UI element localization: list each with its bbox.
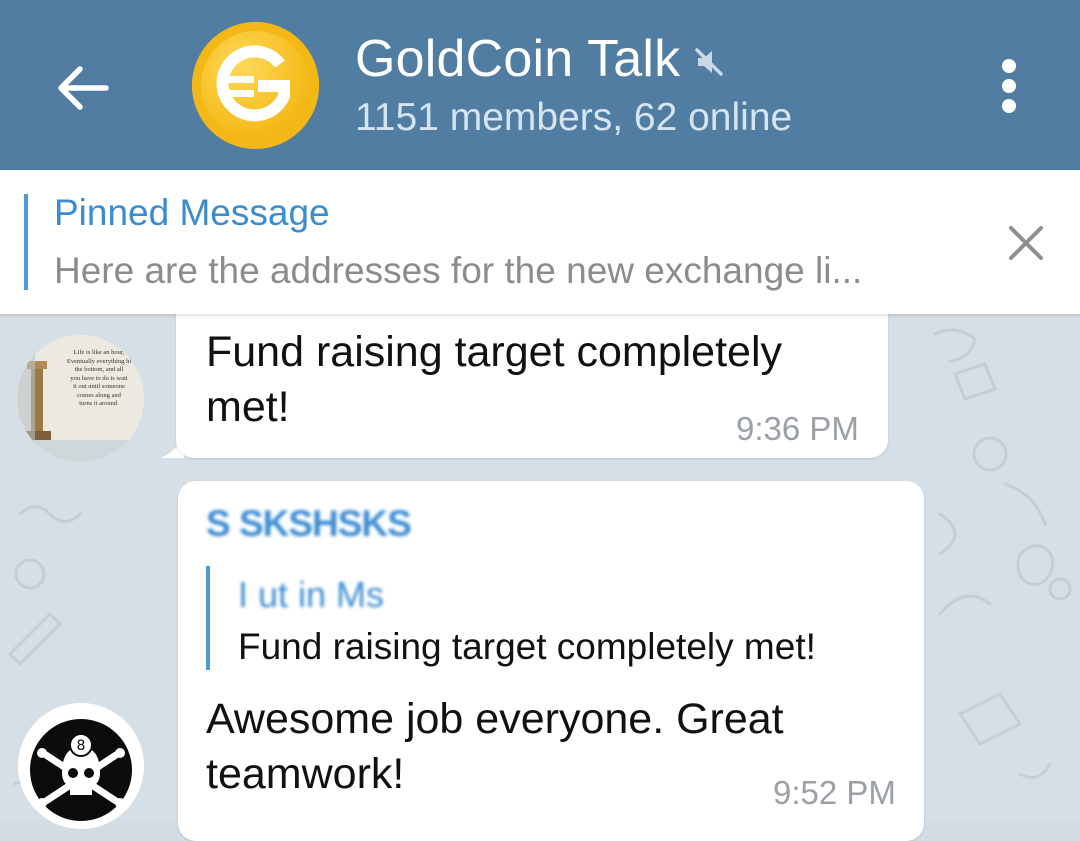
avatar-quote: Life is like an hour, Eventually everyth…: [57, 349, 141, 409]
reply-text: Fund raising target completely met!: [238, 626, 816, 667]
avatar-quote-line: comes along and: [77, 391, 121, 399]
menu-dot: [1002, 79, 1016, 93]
reply-accent-bar: [206, 566, 210, 670]
avatar-quote-line: Life is like an hour,: [73, 349, 125, 356]
pinned-accent-bar: [24, 194, 28, 290]
muted-speaker-icon: [694, 47, 724, 77]
pinned-text: Here are the addresses for the new excha…: [54, 250, 863, 291]
arrow-left-icon: [58, 66, 109, 110]
goldcoin-logo: [216, 44, 290, 121]
message-time: 9:52 PM: [773, 774, 896, 811]
svg-text:8: 8: [77, 738, 86, 754]
reply-sender-name: I ut in Ms: [238, 574, 385, 615]
more-options-button[interactable]: [980, 50, 1038, 122]
avatar-quote-line: Eventually everything hi: [66, 357, 132, 365]
menu-dot: [1002, 99, 1016, 113]
sender-avatar[interactable]: Life is like an hour, Eventually everyth…: [17, 335, 144, 462]
avatar-quote-line: turns it around.: [79, 400, 119, 407]
sender-avatar[interactable]: 8: [18, 703, 144, 829]
pinned-title: Pinned Message: [54, 192, 330, 233]
reply-quote[interactable]: I ut in Ms Fund raising target completel…: [206, 566, 906, 670]
header-title-row[interactable]: GoldCoin Talk: [355, 28, 724, 90]
close-icon: [1009, 226, 1043, 260]
group-avatar[interactable]: [192, 22, 319, 149]
avatar-quote-line: the bottom, and all: [74, 366, 124, 373]
chat-header: GoldCoin Talk 1151 members, 62 online: [0, 0, 1080, 170]
sender-name[interactable]: S SKSHSKS: [206, 503, 412, 545]
eight-ball-skull-avatar: 8: [18, 703, 144, 829]
group-title: GoldCoin Talk: [355, 30, 681, 88]
avatar-quote-line: it out until someone: [73, 383, 125, 390]
back-button[interactable]: [40, 45, 126, 131]
avatar-quote-line: you have to do is wait: [70, 374, 128, 382]
close-pinned-button[interactable]: [998, 215, 1054, 271]
more-vertical-icon: [1002, 59, 1016, 73]
message-time: 9:36 PM: [736, 410, 859, 447]
member-count: 1151 members, 62 online: [355, 96, 793, 139]
